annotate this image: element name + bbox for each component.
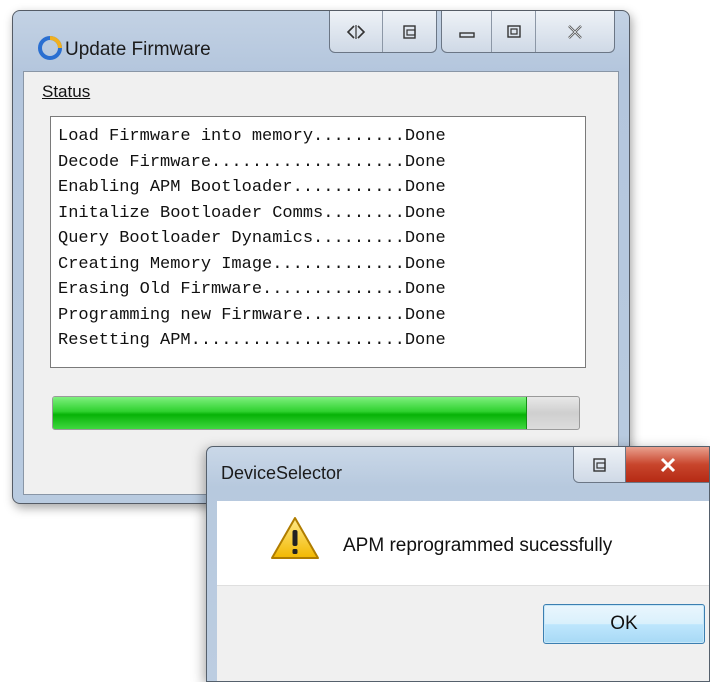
restore-icon[interactable] — [574, 447, 626, 482]
close-icon[interactable] — [626, 447, 709, 482]
dialog-message: APM reprogrammed sucessfully — [343, 535, 613, 556]
status-line: Erasing Old Firmware..............Done — [58, 280, 446, 299]
status-line: Load Firmware into memory.........Done — [58, 127, 446, 146]
dialog-body: APM reprogrammed sucessfully — [217, 501, 709, 585]
close-icon[interactable] — [536, 11, 614, 52]
status-log: Load Firmware into memory.........Done D… — [50, 116, 586, 368]
dialog-title: DeviceSelector — [221, 463, 343, 483]
warning-icon — [271, 517, 319, 559]
app-icon — [38, 36, 62, 60]
status-line: Programming new Firmware..........Done — [58, 305, 446, 325]
titlebar-extra-buttons — [329, 11, 437, 53]
ok-button[interactable]: OK — [543, 604, 705, 644]
progress-bar — [52, 396, 580, 430]
window-title: Update Firmware — [65, 39, 211, 60]
status-line: Enabling APM Bootloader...........Done — [58, 178, 446, 197]
status-line: Resetting APM.....................Done — [58, 331, 446, 350]
status-label: Status — [42, 82, 91, 101]
maximize-icon[interactable] — [492, 11, 536, 52]
status-line: Creating Memory Image.............Done — [58, 254, 446, 274]
status-line: Query Bootloader Dynamics.........Done — [58, 229, 446, 248]
minimize-icon[interactable] — [442, 11, 492, 52]
status-line: Initalize Bootloader Comms........Done — [58, 203, 446, 223]
progress-bar-fill — [53, 397, 528, 429]
status-line: Decode Firmware...................Done — [58, 152, 446, 172]
dialog-footer: OK — [217, 585, 709, 681]
device-selector-dialog: DeviceSelector APM reprogrammed sucessfu… — [206, 446, 710, 682]
split-icon[interactable] — [330, 11, 384, 52]
dialog-titlebar-buttons — [573, 447, 709, 483]
restore-icon[interactable] — [383, 11, 436, 52]
titlebar-window-buttons — [441, 11, 615, 53]
